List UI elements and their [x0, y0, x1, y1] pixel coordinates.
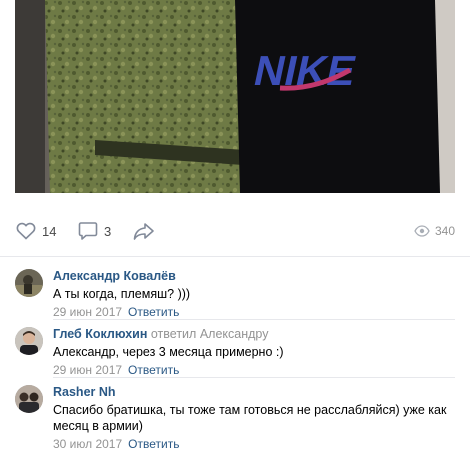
reply-to-link[interactable]: Александру: [200, 327, 269, 341]
reply-link[interactable]: Ответить: [128, 305, 179, 319]
views-count: 340: [434, 224, 455, 238]
like-count: 14: [42, 223, 57, 239]
comment-count: 3: [104, 223, 112, 239]
reply-to-prefix: ответил: [150, 327, 197, 341]
avatar[interactable]: [15, 385, 43, 413]
comment-author[interactable]: Александр Ковалёв: [53, 269, 455, 284]
avatar[interactable]: [15, 269, 43, 297]
divider: [53, 377, 455, 378]
share-arrow-icon: [133, 220, 155, 242]
reply-link[interactable]: Ответить: [128, 363, 179, 377]
comment-author[interactable]: Rasher Nh: [53, 385, 455, 400]
comment-author[interactable]: Глеб Коклюхин: [53, 327, 147, 341]
comment-text: Спасибо братишка, ты тоже там готовься н…: [53, 403, 447, 433]
post-photo-illustration: NIKE: [15, 0, 455, 193]
comment-date[interactable]: 30 июл 2017: [53, 437, 122, 450]
heart-icon: [15, 220, 37, 242]
post-photo[interactable]: NIKE: [15, 0, 455, 193]
post-actions: 14 3 340: [15, 219, 455, 243]
comment-item: Глеб Коклюхин ответил Александру Алексан…: [15, 327, 455, 377]
comment-date[interactable]: 29 июн 2017: [53, 305, 122, 319]
avatar[interactable]: [15, 327, 43, 355]
divider: [0, 256, 470, 257]
comment-text: А ты когда, племяш? ))): [53, 287, 191, 301]
comment-date[interactable]: 29 июн 2017: [53, 363, 122, 377]
comment-text: Александр, через 3 месяца примерно :): [53, 345, 284, 359]
share-button[interactable]: [133, 219, 155, 243]
reply-link[interactable]: Ответить: [128, 437, 179, 450]
eye-icon: [414, 223, 430, 239]
comment-item: Александр Ковалёв А ты когда, племяш? ))…: [15, 269, 455, 319]
divider: [53, 319, 455, 320]
views-counter: 340: [414, 219, 455, 243]
comment-icon: [77, 220, 99, 242]
comment-button[interactable]: 3: [77, 219, 111, 243]
comment-item: Rasher Nh Спасибо братишка, ты тоже там …: [15, 385, 455, 450]
like-button[interactable]: 14: [15, 219, 56, 243]
